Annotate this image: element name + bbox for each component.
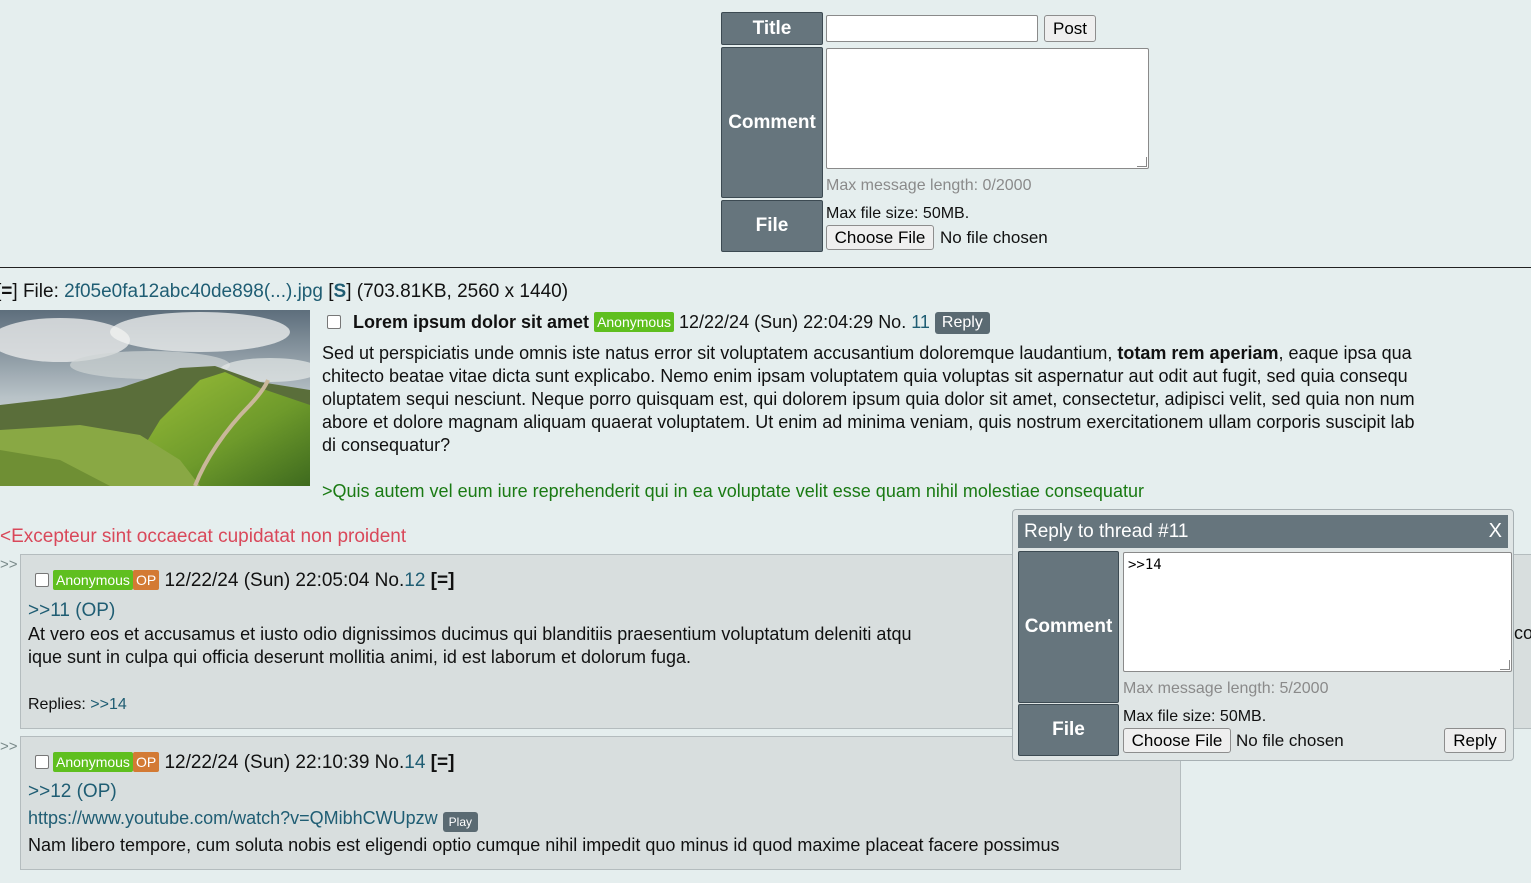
reply-select-checkbox[interactable] — [35, 755, 49, 769]
qr-no-file-chosen: No file chosen — [1236, 731, 1344, 750]
play-button[interactable]: Play — [442, 812, 479, 832]
qr-choose-file-button[interactable]: Choose File — [1123, 728, 1231, 753]
quick-reply-window: Reply to thread #11 X Comment >>14 Max m… — [1012, 509, 1514, 761]
op-reply-button[interactable]: Reply — [934, 312, 990, 334]
no-file-chosen: No file chosen — [940, 228, 1048, 247]
reply-body: Nam libero tempore, cum soluta nobis est… — [28, 835, 1060, 855]
replies-label: Replies: — [28, 696, 86, 713]
reply-post-number[interactable]: 14 — [404, 752, 425, 773]
qr-reply-button[interactable]: Reply — [1444, 728, 1506, 753]
qr-max-message-length: Max message length: 5/2000 — [1123, 680, 1329, 697]
reply-header: Anonymous OP 12/22/24 (Sun) 22:10:39 No.1… — [53, 752, 454, 774]
op-header: Lorem ipsum dolor sit amet Anonymous 12/… — [353, 312, 990, 334]
reply-body-line: ique sunt in culpa qui officia deserunt … — [28, 647, 692, 667]
reply-post-14: Anonymous OP 12/22/24 (Sun) 22:10:39 No.1… — [20, 736, 1181, 870]
reply-no-label: No. — [374, 570, 405, 591]
title-input[interactable] — [826, 15, 1038, 42]
quick-reply-title: Reply to thread #11 — [1024, 520, 1189, 542]
op-badge: OP — [132, 752, 160, 772]
op-select-checkbox[interactable] — [327, 315, 341, 329]
qr-comment-label: Comment — [1018, 551, 1119, 703]
landscape-image — [0, 310, 310, 486]
file-name-link[interactable]: 2f05e0fa12abc40de898(...).jpg — [64, 281, 323, 302]
qr-file-label: File — [1018, 704, 1119, 756]
reply-arrow: >> — [0, 556, 18, 573]
reply-select-checkbox[interactable] — [35, 573, 49, 587]
post-menu-button[interactable]: [=] — [431, 752, 455, 773]
poster-name-badge: Anonymous — [53, 570, 133, 590]
op-body-line: Sed ut perspiciatis unde omnis iste natu… — [322, 343, 1412, 363]
reply-no-label: No. — [374, 752, 405, 773]
replies-list: Replies: >>14 — [28, 696, 127, 714]
reply-arrow: >> — [0, 738, 18, 755]
op-body-line: di consequatur? — [322, 435, 451, 455]
op-body-line: chitecto beatae vitae dicta sunt explica… — [322, 366, 1408, 386]
reply-header: Anonymous OP 12/22/24 (Sun) 22:05:04 No.1… — [53, 570, 454, 592]
file-info: [=] File: 2f05e0fa12abc40de898(...).jpg … — [0, 281, 568, 303]
poster-name-badge: Anonymous — [594, 312, 674, 332]
op-post-number[interactable]: 11 — [911, 312, 930, 332]
file-label: File — [721, 200, 823, 252]
sauce-link[interactable]: S — [334, 281, 347, 302]
quick-reply-header[interactable]: Reply to thread #11 X — [1018, 515, 1508, 548]
qr-comment-textarea[interactable]: >>14 — [1123, 552, 1512, 672]
post-menu-button[interactable]: [=] — [431, 570, 455, 591]
reply-body: At vero eos et accusamus et iusto odio d… — [28, 623, 911, 669]
file-info-close: ] File: — [12, 281, 59, 302]
op-subject: Lorem ipsum dolor sit amet — [353, 312, 590, 332]
op-no-label: No. — [878, 312, 907, 332]
comment-textarea[interactable] — [826, 48, 1149, 169]
op-redtext: <Excepteur sint occaecat cupidatat non p… — [0, 526, 407, 547]
reply-datetime: 12/22/24 (Sun) 22:10:39 — [164, 752, 370, 773]
op-datetime: 12/22/24 (Sun) 22:04:29 — [679, 312, 874, 332]
comment-label: Comment — [721, 47, 823, 198]
qr-max-file-size: Max file size: 50MB. — [1123, 708, 1267, 725]
reply-body-line: At vero eos et accusamus et iusto odio d… — [28, 624, 912, 644]
poster-name-badge: Anonymous — [53, 752, 133, 772]
close-icon[interactable]: X — [1489, 520, 1502, 543]
reply-datetime: 12/22/24 (Sun) 22:05:04 — [164, 570, 370, 591]
file-meta: (703.81KB, 2560 x 1440) — [356, 281, 569, 302]
reply-body-tail: co — [1514, 623, 1531, 643]
backlink[interactable]: >>14 — [90, 696, 126, 713]
choose-file-button[interactable]: Choose File — [826, 225, 934, 250]
op-thumbnail[interactable] — [0, 310, 310, 486]
embed-row: https://www.youtube.com/watch?v=QMibhCWU… — [28, 808, 479, 832]
op-badge: OP — [132, 570, 160, 590]
title-label: Title — [721, 12, 823, 45]
max-file-size: Max file size: 50MB. — [826, 205, 970, 222]
s-close: ] — [346, 281, 352, 302]
op-body: Sed ut perspiciatis unde omnis iste natu… — [322, 342, 1531, 503]
resize-grip-icon[interactable] — [1500, 660, 1510, 670]
op-greentext: >Quis autem vel eum iure reprehenderit q… — [322, 481, 1144, 501]
op-body-line: abore et dolore magnam aliquam quaerat v… — [322, 412, 1415, 432]
post-button[interactable]: Post — [1044, 15, 1096, 42]
max-message-length: Max message length: 0/2000 — [826, 177, 1032, 194]
youtube-link[interactable]: https://www.youtube.com/watch?v=QMibhCWU… — [28, 808, 438, 828]
divider — [0, 267, 1531, 268]
resize-grip-icon[interactable] — [1137, 157, 1147, 167]
quote-link[interactable]: >>11 (OP) — [28, 600, 115, 622]
file-menu-button[interactable]: = — [1, 281, 12, 302]
reply-post-number[interactable]: 12 — [404, 570, 425, 591]
quote-link[interactable]: >>12 (OP) — [28, 781, 117, 803]
op-body-line: oluptatem sequi nesciunt. Neque porro qu… — [322, 389, 1415, 409]
